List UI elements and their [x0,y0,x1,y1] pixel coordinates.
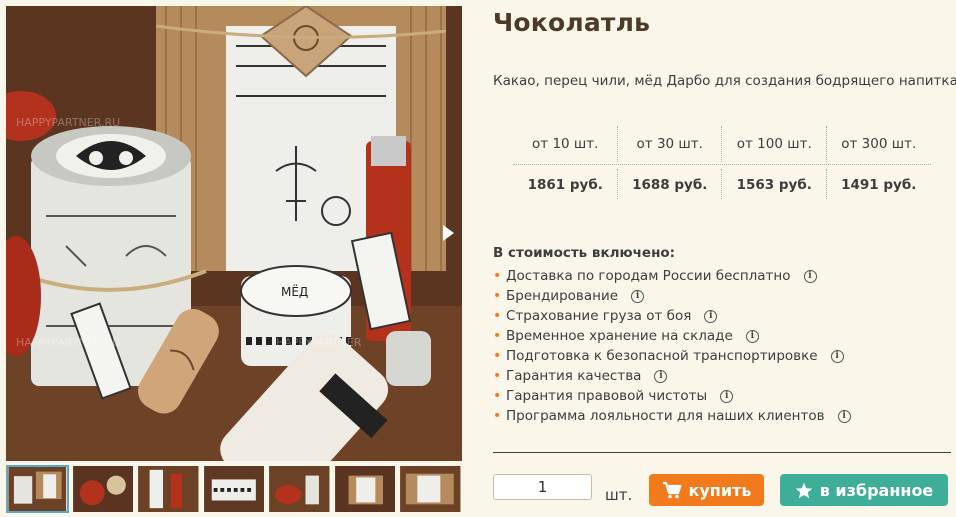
star-icon [795,482,812,498]
included-item-label: Подготовка к безопасной транспортировке [506,348,818,364]
tier-price: 1491 руб. [841,177,917,193]
list-item: • Временное хранение на складе i [493,326,953,346]
svg-text:HAPPYPARTNER.RU: HAPPYPARTNER.RU [16,336,120,349]
bullet-icon: • [493,308,502,324]
product-details: Чоколатль Какао, перец чили, мёд Дарбо д… [493,0,956,517]
thumbnail[interactable] [334,465,397,513]
product-photo-illustration: МЁД HAPPYPARTNER.RU HAPPYPARTNER.RU HAPP… [6,6,462,461]
info-icon[interactable]: i [837,409,851,423]
thumbnail-image [72,466,134,512]
thumbnail-image [400,466,461,512]
bullet-icon: • [493,408,502,424]
product-main-image[interactable]: МЁД HAPPYPARTNER.RU HAPPYPARTNER.RU HAPP… [6,6,462,461]
info-icon[interactable]: i [803,269,817,283]
info-icon[interactable]: i [654,369,668,383]
list-item: • Программа лояльности для наших клиентов… [493,406,953,426]
quantity-tier: от 100 шт. [722,124,827,164]
thumbnail[interactable] [203,465,266,513]
included-list: • Доставка по городам России бесплатно i •… [493,266,953,426]
tier-price: 1563 руб. [722,165,827,205]
divider [493,452,951,453]
included-item-label: Брендирование [506,288,619,304]
list-item: • Подготовка к безопасной транспортировке… [493,346,953,366]
list-item: • Доставка по городам России бесплатно i [493,266,953,286]
tier-price: 1861 руб. [513,165,618,205]
thumbnail-image [8,467,67,511]
info-icon[interactable]: i [720,389,734,403]
list-item: • Страхование груза от боя i [493,306,953,326]
info-icon[interactable]: i [745,329,759,343]
product-title: Чоколатль [493,8,651,37]
bullet-icon: • [493,288,502,304]
bullet-icon: • [493,388,502,404]
buy-button[interactable]: купить [649,474,764,506]
quantity-input[interactable] [493,474,592,500]
buy-button-label: купить [688,480,752,500]
thumbnail[interactable] [268,465,331,513]
add-to-favorites-button[interactable]: в избранное [780,474,948,506]
thumbnail[interactable] [6,465,69,513]
included-item-label: Программа лояльности для наших клиентов [506,408,825,424]
price-table-quantities: от 10 шт. от 30 шт. от 100 шт. от 300 шт… [513,124,931,164]
thumbnail-image [269,466,330,512]
product-gallery: МЁД HAPPYPARTNER.RU HAPPYPARTNER.RU HAPP… [0,0,462,517]
product-description: Какао, перец чили, мёд Дарбо для создани… [493,73,956,89]
thumbnail-strip [6,465,462,515]
included-item-label: Гарантия правовой чистоты [506,388,708,404]
included-services: В стоимость включено: • Доставка по город… [493,245,953,426]
bullet-icon: • [493,268,502,284]
included-item-label: Временное хранение на складе [506,328,733,344]
tier-price: 1688 руб. [618,165,723,205]
cart-icon [662,481,682,499]
info-icon[interactable]: i [704,309,718,323]
included-title: В стоимость включено: [493,245,676,261]
included-item-label: Страхование груза от боя [506,308,692,324]
included-item-label: Гарантия качества [506,368,642,384]
price-table: от 10 шт. от 30 шт. от 100 шт. от 300 шт… [513,124,931,205]
svg-text:HAPPYPARTNER: HAPPYPARTNER [276,336,362,349]
svg-text:HAPPYPARTNER.RU: HAPPYPARTNER.RU [16,116,120,129]
thumbnail-image [334,466,396,512]
favorites-button-label: в избранное [819,480,934,500]
thumbnail[interactable] [137,465,200,513]
quantity-tier: от 30 шт. [618,124,723,164]
svg-text:МЁД: МЁД [281,284,308,299]
quantity-unit: шт. [605,486,633,504]
chevron-right-icon[interactable] [443,225,454,241]
bullet-icon: • [493,348,502,364]
quantity-tier: от 10 шт. [513,124,618,164]
thumbnail[interactable] [399,465,462,513]
list-item: • Гарантия правовой чистоты i [493,386,953,406]
bullet-icon: • [493,328,502,344]
list-item: • Брендирование i [493,286,953,306]
info-icon[interactable]: i [830,349,844,363]
quantity-tier: от 300 шт. [841,136,917,152]
included-item-label: Доставка по городам России бесплатно [506,268,791,284]
bullet-icon: • [493,368,502,384]
list-item: • Гарантия качества i [493,366,953,386]
thumbnail[interactable] [72,465,135,513]
info-icon[interactable]: i [631,289,645,303]
price-table-prices: 1861 руб. 1688 руб. 1563 руб. 1491 руб. [513,165,931,205]
thumbnail-image [138,466,199,512]
thumbnail-image [203,466,265,512]
